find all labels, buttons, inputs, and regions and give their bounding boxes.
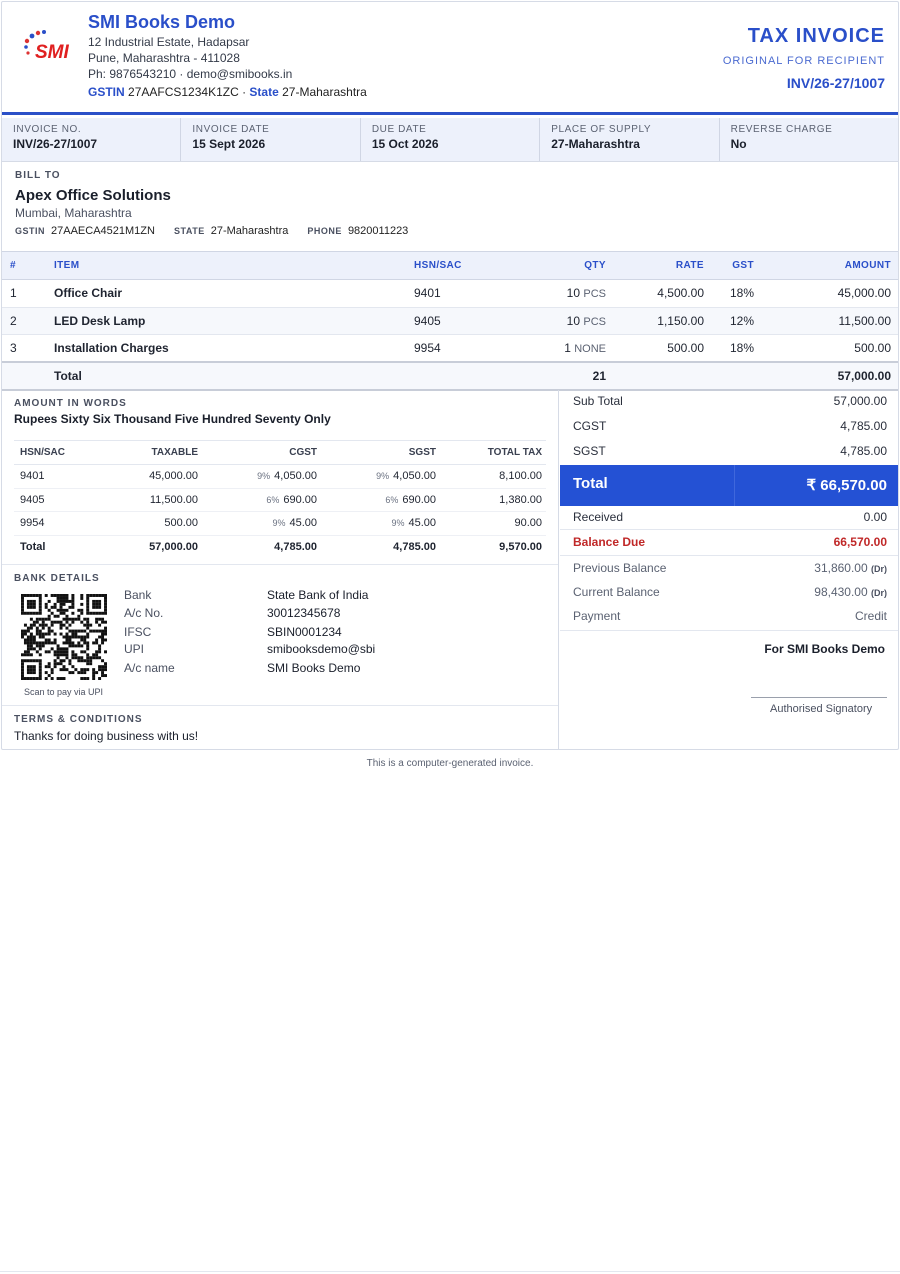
signature-line [751,697,887,698]
account-name-value: SMI Books Demo [267,661,361,675]
customer-city: Mumbai, Maharashtra [15,206,132,220]
customer-gstin: 27AAECA4521M1ZN [51,225,155,237]
copy-label: ORIGINAL FOR RECIPIENT [722,55,885,67]
items-header-row: # ITEM HSN/SAC QTY RATE GST AMOUNT [2,251,898,280]
table-row: 9954 500.00 9% 45.00 9% 45.00 90.00 [14,511,546,536]
invoice-number-header: INV/26-27/1007 [786,75,885,91]
bank-name-value: State Bank of India [267,588,369,602]
terms-label: TERMS & CONDITIONS [14,714,143,725]
account-name-label: A/c name [124,661,175,675]
payment-row: Payment Credit [573,609,887,623]
terms-text: Thanks for doing business with us! [14,729,199,743]
table-row: 9405 11,500.00 6% 690.00 6% 690.00 1,380.0… [14,488,546,512]
sgst-row: SGST 4,785.00 [573,444,887,458]
balance-due-row: Balance Due 66,570.00 [573,535,887,549]
footer-note: This is a computer-generated invoice. [366,758,534,769]
upi-value: smibooksdemo@sbi [267,642,376,656]
upi-qr-code-icon [21,594,107,680]
received-row: Received 0.00 [573,510,887,524]
meta-invoice-date: INVOICE DATE 15 Sept 2026 [181,118,361,161]
company-logo-icon: SMI [24,30,70,63]
gstin-label: GSTIN [88,85,125,99]
grand-total-label: Total [573,475,608,492]
company-state: 27-Maharashtra [282,85,367,99]
current-balance-row: Current Balance 98,430.00 (Dr) [573,585,887,599]
meta-due-date: DUE DATE 15 Oct 2026 [361,118,541,161]
ifsc-value: SBIN0001234 [267,625,342,639]
table-row: 3 Installation Charges 9954 1 NONE 500.0… [2,334,898,363]
divider [2,564,558,565]
document-title: TAX INVOICE [747,25,885,47]
amount-in-words: Rupees Sixty Six Thousand Five Hundred S… [14,412,331,426]
hsn-header-row: HSN/SAC TAXABLE CGST SGST TOTAL TAX [14,440,546,465]
logo-text: SMI [35,42,70,63]
divider [2,705,558,706]
bank-name-label: Bank [124,588,152,602]
account-no-label: A/c No. [124,606,164,620]
items-total-row: Total 21 57,000.00 [2,361,898,391]
items-table: # ITEM HSN/SAC QTY RATE GST AMOUNT 1 Off… [2,251,898,391]
bank-details-label: BANK DETAILS [14,573,100,584]
table-row: 1 Office Chair 9401 10 PCS 4,500.00 18% … [2,279,898,308]
grand-total-bar: Total ₹ 66,570.00 [560,465,898,506]
qr-caption: Scan to pay via UPI [24,687,104,697]
invoice-meta-strip: INVOICE NO. INV/26-27/1007 INVOICE DATE 15… [2,118,898,162]
signature-label: Authorised Signatory [770,703,873,715]
company-gstin: 27AAFCS1234K1ZC [128,85,239,99]
company-address-1: 12 Industrial Estate, Hadapsar [88,35,250,49]
meta-invoice-no: INVOICE NO. INV/26-27/1007 [2,118,182,161]
hsn-summary-table: HSN/SAC TAXABLE CGST SGST TOTAL TAX 9401… [14,440,546,559]
previous-balance-row: Previous Balance 31,860.00 (Dr) [573,561,887,575]
sub-total-row: Sub Total 57,000.00 [573,394,887,408]
signature-company: For SMI Books Demo [764,642,885,656]
account-no-value: 30012345678 [267,606,341,620]
customer-state: 27-Maharashtra [210,225,289,237]
customer-name: Apex Office Solutions [15,187,171,204]
upi-label: UPI [124,642,145,656]
company-address-2: Pune, Maharashtra - 411028 [88,51,240,65]
amount-in-words-label: AMOUNT IN WORDS [14,398,127,409]
company-name: SMI Books Demo [88,12,236,32]
grand-total-value: ₹ 66,570.00 [806,477,887,494]
table-row: 2 LED Desk Lamp 9405 10 PCS 1,150.00 12%… [2,307,898,335]
state-label: State [249,85,279,99]
invoice-header: SMI SMI Books Demo 12 Industrial Estate,… [2,2,898,115]
hsn-total-row: Total 57,000.00 4,785.00 4,785.00 9,570.… [20,541,542,553]
customer-phone: 9820011223 [347,225,409,237]
panel-divider [558,390,559,749]
customer-ids: GSTIN 27AAECA4521M1ZN STATE 27-Maharashtra… [15,225,409,237]
table-row: 9401 45,000.00 9% 4,050.00 9% 4,050.00 8,1… [14,464,546,489]
ifsc-label: IFSC [124,625,152,639]
company-gstin-line: GSTIN 27AAFCS1234K1ZC · State 27-Maharas… [88,85,367,99]
invoice-sheet: SMI SMI Books Demo 12 Industrial Estate,… [1,1,899,750]
company-contact: Ph: 9876543210 · demo@smibooks.in [88,67,293,81]
meta-reverse-charge: REVERSE CHARGE No [730,124,833,151]
page-bottom-divider [0,1271,900,1272]
cgst-row: CGST 4,785.00 [573,419,887,433]
meta-place-of-supply: PLACE OF SUPPLY 27-Maharashtra [540,118,720,161]
bill-to-label: BILL TO [15,170,61,181]
